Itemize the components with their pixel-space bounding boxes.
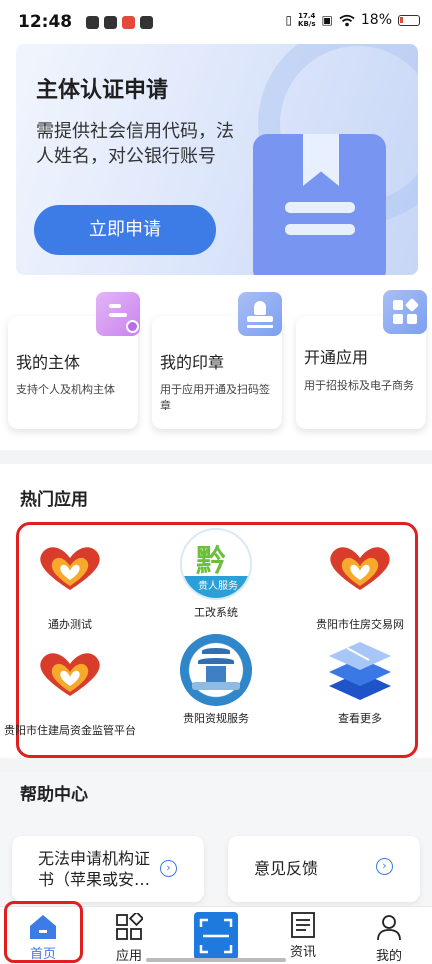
app-view-more[interactable]: 查看更多	[290, 638, 430, 726]
net-speed-unit: KB/s	[298, 20, 316, 28]
layers-icon	[325, 638, 395, 708]
app-guiyang-planning[interactable]: 贵阳资规服务	[146, 634, 286, 726]
tab-label: 我的	[375, 949, 402, 964]
crown-icon	[104, 16, 117, 29]
app-notification-icon	[122, 16, 135, 29]
app-label: 工改系统	[194, 606, 238, 619]
home-indicator[interactable]	[146, 958, 286, 962]
tab-news[interactable]: 资讯	[268, 907, 338, 964]
gongai-logo-icon: 黔 贵人服务	[180, 528, 252, 600]
notification-app-icon	[86, 16, 99, 29]
apps-icon	[116, 913, 143, 940]
book-line	[285, 224, 355, 235]
banner-title: 主体认证申请	[36, 78, 169, 103]
red-heart-logo-icon	[35, 540, 105, 610]
app-gongai-system[interactable]: 黔 贵人服务 工改系统	[146, 528, 286, 620]
red-heart-logo-icon	[35, 646, 105, 716]
status-right: ▯ 17.4 KB/s ▣ 18%	[285, 12, 420, 28]
red-heart-logo-icon	[325, 540, 395, 610]
hot-apps-title: 热门应用	[20, 490, 88, 510]
help-line-1: 无法申请机构证	[38, 849, 151, 868]
tab-apps[interactable]: 应用	[94, 907, 164, 964]
id-card-icon	[96, 292, 140, 336]
certification-banner[interactable]: 主体认证申请 需提供社会信用代码，法人姓名，对公银行账号 立即申请	[16, 44, 418, 275]
user-icon	[377, 915, 401, 941]
help-line-2: 书（苹果或安…	[38, 870, 151, 889]
app-label: 查看更多	[338, 712, 382, 725]
help-item-text: 意见反馈	[254, 859, 319, 878]
battery-percent: 18%	[360, 12, 392, 28]
vibrate-icon: ▯	[285, 13, 293, 27]
apply-now-button[interactable]: 立即申请	[34, 205, 216, 255]
card-desc: 用于招投标及电子商务	[304, 379, 414, 392]
fan-icon	[140, 16, 153, 29]
banner-description: 需提供社会信用代码，法人姓名，对公银行账号	[36, 121, 234, 167]
scan-button[interactable]	[194, 912, 238, 960]
wifi-icon	[339, 14, 355, 26]
home-tab-highlight	[4, 901, 83, 963]
app-tongban-test[interactable]: 通办测试	[0, 540, 140, 632]
card-desc: 支持个人及机构主体	[16, 383, 115, 396]
card-title: 开通应用	[304, 348, 369, 367]
chevron-right-icon: ›	[160, 860, 177, 877]
bookmark-shape	[303, 134, 339, 186]
app-label: 通办测试	[48, 618, 92, 631]
card-title: 我的主体	[16, 353, 81, 372]
card-desc: 用于应用开通及扫码签章	[160, 383, 270, 412]
seal-icon	[238, 292, 282, 336]
app-housing-trade[interactable]: 贵阳市住房交易网	[290, 540, 430, 632]
logo-text: 贵人服务	[182, 576, 250, 598]
section-divider	[0, 758, 432, 772]
tab-mine[interactable]: 我的	[354, 907, 424, 964]
scan-icon	[199, 918, 233, 954]
status-time: 12:48	[18, 12, 73, 32]
certificate-book-icon	[253, 134, 386, 275]
notification-icons	[86, 16, 153, 29]
status-bar: 12:48 ▯ 17.4 KB/s ▣ 18%	[0, 0, 432, 40]
net-speed-value: 17.4	[298, 12, 316, 20]
card-title: 我的印章	[160, 353, 225, 372]
apps-grid-icon	[383, 290, 427, 334]
app-fund-supervision[interactable]: 贵阳市住建局资金监管平台	[0, 646, 140, 738]
section-divider	[0, 450, 432, 464]
chevron-right-icon: ›	[376, 858, 393, 875]
sim-icon: ▣	[321, 13, 333, 27]
help-card-feedback[interactable]: 意见反馈 ›	[228, 836, 420, 902]
net-speed: 17.4 KB/s	[298, 12, 315, 28]
app-label: 贵阳市住建局资金监管平台	[4, 724, 136, 737]
app-label: 贵阳资规服务	[183, 712, 249, 725]
tower-logo-icon	[180, 634, 252, 706]
help-card-cert-issue[interactable]: 无法申请机构证 书（苹果或安… ›	[12, 836, 204, 902]
help-item-text: 无法申请机构证 书（苹果或安…	[38, 848, 150, 890]
book-line	[285, 202, 355, 213]
news-icon	[291, 912, 315, 938]
app-label: 贵阳市住房交易网	[316, 618, 404, 631]
help-title: 帮助中心	[20, 785, 88, 805]
battery-icon	[398, 14, 420, 26]
